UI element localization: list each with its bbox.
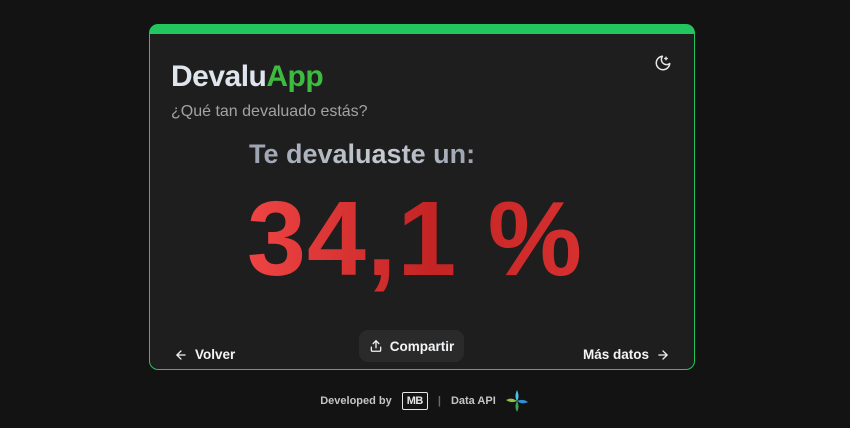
- upload-icon: [370, 340, 382, 352]
- app-subtitle: ¿Qué tan devaluado estás?: [171, 103, 368, 120]
- back-button[interactable]: Volver: [174, 347, 235, 362]
- arrow-left-icon: [176, 349, 186, 360]
- footer-separator: |: [437, 395, 441, 407]
- result-card: DevaluApp ¿Qué tan devaluado estás? Te d…: [149, 24, 695, 370]
- footer: Developed by MB | Data API: [0, 386, 850, 416]
- result-label: Te devaluaste un:: [249, 139, 476, 169]
- app-logo-part2: App: [266, 60, 324, 93]
- back-button-label: Volver: [195, 347, 236, 362]
- developed-by-text: Developed by: [320, 395, 392, 407]
- developer-logo[interactable]: MB: [401, 392, 428, 410]
- moon-icon: [655, 55, 671, 71]
- share-button[interactable]: Compartir: [359, 330, 464, 362]
- more-data-button[interactable]: Más datos: [583, 347, 670, 362]
- theme-toggle-button[interactable]: [650, 50, 676, 76]
- data-api-logo-icon[interactable]: [504, 388, 530, 414]
- more-data-button-label: Más datos: [582, 347, 649, 362]
- arrow-right-icon: [658, 349, 668, 360]
- app-logo-part1: Devalu: [171, 60, 267, 93]
- share-button-label: Compartir: [389, 338, 455, 354]
- data-api-text: Data API: [450, 395, 496, 407]
- devaluation-percentage: 34,1 %: [247, 180, 584, 298]
- app-logo: DevaluApp: [171, 60, 324, 93]
